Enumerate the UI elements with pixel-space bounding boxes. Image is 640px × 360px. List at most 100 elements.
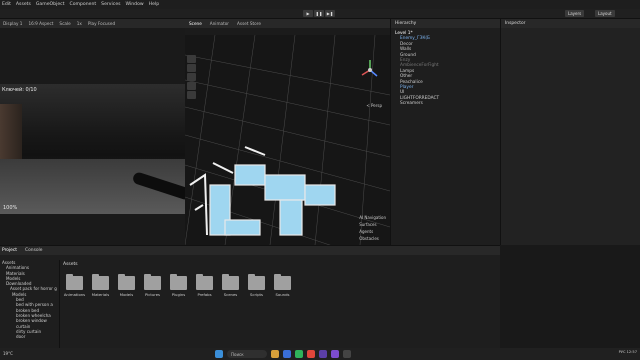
- folder-icon: [222, 276, 239, 290]
- game-panel: Display 1 16:9 Aspect Scale 1x Play Focu…: [0, 19, 185, 245]
- folder-label: Materials: [92, 292, 109, 297]
- folder-icon: [170, 276, 187, 290]
- menu-edit[interactable]: Edit: [2, 2, 11, 7]
- discord-icon[interactable]: [319, 350, 327, 358]
- game-toolbar: Display 1 16:9 Aspect Scale 1x Play Focu…: [0, 19, 185, 28]
- file-explorer-icon[interactable]: [271, 350, 279, 358]
- folder-tile[interactable]: Scenes: [222, 276, 239, 297]
- hierarchy-tab[interactable]: Hierarchy: [391, 19, 500, 28]
- folder-tile[interactable]: Materials: [92, 276, 109, 297]
- taskbar: 19°C Поиск РУС 12:57: [0, 348, 640, 360]
- folder-label: Pictures: [145, 292, 160, 297]
- project-panel: Project Console Assets Animations Materi…: [0, 245, 500, 348]
- system-tray[interactable]: РУС 12:57: [619, 350, 637, 354]
- folder-tile[interactable]: Prefabs: [196, 276, 213, 297]
- aspect-dropdown[interactable]: 16:9 Aspect: [28, 21, 53, 26]
- chrome-icon[interactable]: [307, 350, 315, 358]
- scale-label: Scale: [59, 21, 70, 26]
- tab-asset-store[interactable]: Asset Store: [237, 21, 261, 26]
- menu-component[interactable]: Component: [70, 2, 97, 7]
- unity-icon[interactable]: [343, 350, 351, 358]
- menu-assets[interactable]: Assets: [16, 2, 31, 7]
- move-tool[interactable]: [187, 64, 196, 72]
- inspector-panel: Inspector: [500, 19, 640, 245]
- asset-grid: Animations Materials Models Pictures Plu…: [66, 276, 291, 297]
- menu-help[interactable]: Help: [149, 2, 159, 7]
- tab-console[interactable]: Console: [25, 248, 42, 253]
- tab-animator[interactable]: Animator: [210, 21, 229, 26]
- ai-navigation-overlay: AI Navigation Surfaces Agents Obstacles: [359, 214, 386, 242]
- tree-item[interactable]: door: [2, 334, 59, 339]
- taskbar-search[interactable]: Поиск: [227, 350, 267, 358]
- layers-dropdown[interactable]: Layers: [565, 10, 584, 17]
- rect-tool[interactable]: [187, 91, 196, 99]
- folder-label: Plugins: [172, 292, 186, 297]
- visual-studio-icon[interactable]: [331, 350, 339, 358]
- health-indicator: 100%: [3, 205, 17, 211]
- menu-bar: Edit Assets GameObject Component Service…: [0, 0, 640, 9]
- clock[interactable]: 12:57: [627, 350, 637, 354]
- scale-tool[interactable]: [187, 82, 196, 90]
- scene-tabbar: Scene Animator Asset Store: [185, 19, 390, 28]
- folder-tile[interactable]: Pictures: [144, 276, 161, 297]
- persp-label[interactable]: < Persp: [366, 103, 382, 108]
- folder-icon: [92, 276, 109, 290]
- folder-tile[interactable]: Sounds: [274, 276, 291, 297]
- project-tabs: Project Console: [0, 246, 500, 255]
- step-button[interactable]: ▶❚: [325, 10, 335, 17]
- folder-icon: [274, 276, 291, 290]
- pause-button[interactable]: ❚❚: [314, 10, 324, 17]
- hierarchy-list: Level 1* Enemy_ГЗК(Б Decor Walls Ground …: [395, 31, 439, 107]
- browser-icon[interactable]: [283, 350, 291, 358]
- scene-gizmo: [362, 60, 377, 76]
- obstacles-toggle[interactable]: Obstacles: [359, 235, 386, 242]
- menu-gameobject[interactable]: GameObject: [36, 2, 65, 7]
- rotate-tool[interactable]: [187, 73, 196, 81]
- folder-tile[interactable]: Plugins: [170, 276, 187, 297]
- game-viewport[interactable]: Ключей: 0/10 100%: [0, 84, 185, 214]
- project-tree: Assets Animations Materials Models Downl…: [0, 260, 60, 349]
- hierarchy-item[interactable]: Screamers: [395, 101, 439, 106]
- folder-label: Prefabs: [197, 292, 211, 297]
- menu-window[interactable]: Window: [126, 2, 144, 7]
- surfaces-toggle[interactable]: Surfaces: [359, 221, 386, 228]
- folder-label: Scripts: [250, 292, 263, 297]
- folder-tile[interactable]: Scripts: [248, 276, 265, 297]
- folder-icon: [66, 276, 83, 290]
- breadcrumb[interactable]: Assets: [63, 262, 78, 267]
- folder-label: Scenes: [224, 292, 238, 297]
- display-dropdown[interactable]: Display 1: [3, 21, 22, 26]
- main-toolbar: ▶ ❚❚ ▶❚ Layers Layout: [0, 9, 640, 19]
- folder-label: Models: [120, 292, 133, 297]
- hand-tool[interactable]: [187, 55, 196, 63]
- inspector-tab[interactable]: Inspector: [501, 19, 640, 28]
- menu-services[interactable]: Services: [101, 2, 120, 7]
- spotify-icon[interactable]: [295, 350, 303, 358]
- folder-icon: [196, 276, 213, 290]
- scene-panel: Scene Animator Asset Store: [185, 19, 390, 245]
- folder-tile[interactable]: Models: [118, 276, 135, 297]
- folder-label: Animations: [64, 292, 85, 297]
- play-focused-dropdown[interactable]: Play Focused: [88, 21, 115, 26]
- folder-icon: [144, 276, 161, 290]
- layout-dropdown[interactable]: Layout: [595, 10, 615, 17]
- keys-counter: Ключей: 0/10: [2, 87, 37, 93]
- agents-toggle[interactable]: Agents: [359, 228, 386, 235]
- play-button[interactable]: ▶: [303, 10, 313, 17]
- folder-icon: [118, 276, 135, 290]
- language-indicator[interactable]: РУС: [619, 350, 626, 354]
- folder-label: Sounds: [276, 292, 290, 297]
- start-icon[interactable]: [215, 350, 223, 358]
- ai-nav-title: AI Navigation: [359, 214, 386, 221]
- scene-tools: [187, 55, 196, 99]
- tab-scene[interactable]: Scene: [189, 21, 202, 26]
- play-controls: ▶ ❚❚ ▶❚: [303, 10, 335, 17]
- scale-value[interactable]: 1x: [77, 21, 82, 26]
- taskbar-icons: Поиск: [215, 350, 351, 358]
- tab-project[interactable]: Project: [2, 248, 17, 253]
- weather-widget[interactable]: 19°C: [3, 351, 13, 356]
- tree-item[interactable]: Asset pack for horror g: [2, 286, 59, 291]
- folder-tile[interactable]: Animations: [66, 276, 83, 297]
- folder-icon: [248, 276, 265, 290]
- hierarchy-panel: Hierarchy Level 1* Enemy_ГЗК(Б Decor Wal…: [390, 19, 500, 245]
